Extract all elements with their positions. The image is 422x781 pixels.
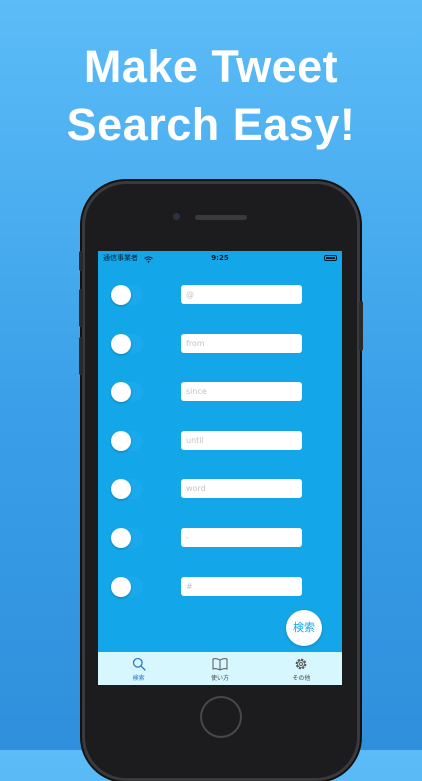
power-button	[359, 301, 363, 351]
toggle-knob	[111, 528, 131, 548]
toggle-knob	[111, 285, 131, 305]
mute-switch	[79, 251, 83, 271]
input-until[interactable]	[181, 431, 302, 450]
toggle-knob	[111, 431, 131, 451]
toggle-knob	[111, 479, 131, 499]
book-icon	[212, 658, 228, 671]
headline-line-2: Search Easy!	[66, 99, 356, 150]
phone-frame: 通信事業者 9:25 @ from since until word - # 検…	[79, 181, 363, 781]
tab-search-label: 検索	[132, 675, 145, 682]
tab-search[interactable]: 検索	[98, 652, 179, 685]
toggle-word[interactable]	[111, 479, 143, 499]
toggle-until[interactable]	[111, 431, 143, 451]
input-at[interactable]	[181, 285, 302, 304]
toggle-knob	[111, 382, 131, 402]
tab-howto[interactable]: 使い方	[179, 652, 260, 685]
toggle-exclude[interactable]	[111, 528, 143, 548]
magnifier-icon	[132, 657, 146, 671]
status-bar: 通信事業者 9:25	[98, 251, 342, 265]
tab-other-label: その他	[292, 675, 311, 682]
toggle-from[interactable]	[111, 334, 143, 354]
toggle-since[interactable]	[111, 382, 143, 402]
headline: Make Tweet Search Easy!	[0, 38, 422, 154]
filter-row-from	[98, 334, 342, 354]
earpiece-speaker	[195, 215, 247, 220]
headline-line-1: Make Tweet	[83, 41, 339, 92]
toggle-knob	[111, 334, 131, 354]
volume-up-button	[79, 289, 83, 327]
filter-row-until	[98, 431, 342, 451]
input-word[interactable]	[181, 479, 302, 498]
status-time: 9:25	[211, 254, 229, 262]
input-since[interactable]	[181, 382, 302, 401]
input-from[interactable]	[181, 334, 302, 353]
search-button[interactable]: 検索	[286, 610, 322, 646]
gear-icon	[295, 658, 307, 670]
tab-bar: 検索 使い方 その他	[98, 652, 342, 685]
filter-row-word	[98, 479, 342, 499]
toggle-knob	[111, 577, 131, 597]
toggle-at[interactable]	[111, 285, 143, 305]
input-exclude[interactable]	[181, 528, 302, 547]
filter-row-since	[98, 382, 342, 402]
app-screen: 通信事業者 9:25 @ from since until word - # 検…	[98, 251, 342, 685]
filter-row-at	[98, 285, 342, 305]
input-hashtag[interactable]	[181, 577, 302, 596]
home-button[interactable]	[200, 696, 242, 738]
front-camera	[173, 213, 180, 220]
volume-down-button	[79, 337, 83, 375]
tab-howto-label: 使い方	[210, 675, 229, 682]
tab-other[interactable]: その他	[261, 652, 342, 685]
battery-icon	[324, 255, 337, 261]
filter-row-exclude	[98, 528, 342, 548]
filter-row-hashtag	[98, 577, 342, 597]
toggle-hashtag[interactable]	[111, 577, 143, 597]
